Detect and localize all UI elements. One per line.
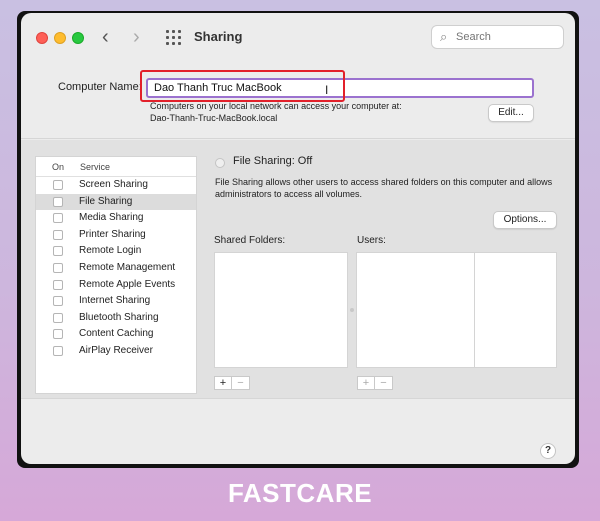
shared-folders-add-remove: + −	[214, 376, 250, 390]
watermark-text: FASTCARE	[227, 478, 373, 508]
service-row[interactable]: Remote Apple Events	[36, 277, 196, 294]
service-row[interactable]: File Sharing	[36, 193, 196, 211]
close-window-button[interactable]	[36, 32, 48, 44]
service-label: Content Caching	[79, 328, 154, 340]
service-row[interactable]: Remote Management	[36, 260, 196, 277]
service-checkbox[interactable]	[53, 246, 63, 257]
service-list-header: On Service	[36, 157, 196, 177]
service-label: File Sharing	[79, 195, 133, 207]
sharing-window: ‹ › Sharing ⌕ Computer Name: I Computers…	[21, 13, 575, 464]
service-label: Remote Apple Events	[79, 278, 176, 290]
service-checkbox[interactable]	[53, 312, 63, 323]
service-label: Bluetooth Sharing	[79, 311, 159, 323]
users-list[interactable]	[356, 252, 475, 368]
service-label: AirPlay Receiver	[79, 344, 153, 356]
users-add-remove: + −	[357, 376, 393, 390]
remove-shared-folder-button[interactable]: −	[232, 376, 250, 390]
split-handle[interactable]	[350, 308, 354, 312]
search-input[interactable]	[456, 29, 556, 45]
service-checkbox[interactable]	[53, 296, 63, 307]
minimize-window-button[interactable]	[54, 32, 66, 44]
service-row[interactable]: Media Sharing	[36, 210, 196, 227]
show-all-grid-icon[interactable]	[166, 30, 182, 46]
service-label: Media Sharing	[79, 212, 144, 224]
service-rows: Screen Sharing File Sharing Media Sharing P…	[36, 177, 196, 360]
service-label: Remote Management	[79, 261, 176, 273]
service-checkbox[interactable]	[53, 213, 63, 224]
service-checkbox[interactable]	[53, 180, 63, 190]
service-checkbox[interactable]	[53, 196, 63, 207]
edit-button[interactable]: Edit...	[488, 104, 534, 122]
service-row[interactable]: Content Caching	[36, 326, 196, 343]
service-row[interactable]: Printer Sharing	[36, 227, 196, 244]
computer-name-label: Computer Name:	[58, 81, 142, 93]
add-user-button[interactable]: +	[357, 376, 375, 390]
service-label: Printer Sharing	[79, 228, 146, 240]
service-label: Remote Login	[79, 245, 142, 257]
service-row[interactable]: Internet Sharing	[36, 293, 196, 310]
network-access-info: Computers on your local network can acce…	[150, 101, 402, 111]
search-field[interactable]: ⌕	[431, 25, 564, 49]
title-bar: ‹ › Sharing ⌕	[21, 13, 575, 61]
service-checkbox[interactable]	[53, 279, 63, 290]
file-sharing-status-indicator	[215, 158, 225, 168]
add-shared-folder-button[interactable]: +	[214, 376, 232, 390]
column-service-header: Service	[80, 162, 111, 172]
service-checkbox[interactable]	[53, 345, 63, 356]
text-cursor-icon: I	[325, 83, 329, 97]
shared-folders-list[interactable]	[214, 252, 348, 368]
service-row[interactable]: Bluetooth Sharing	[36, 310, 196, 327]
service-list: On Service Screen Sharing File Sharing Med…	[35, 156, 197, 394]
column-on-header: On	[52, 162, 65, 172]
service-label: Internet Sharing	[79, 295, 151, 307]
service-row[interactable]: Remote Login	[36, 243, 196, 260]
service-checkbox[interactable]	[53, 229, 63, 240]
zoom-window-button[interactable]	[72, 32, 84, 44]
forward-chevron-icon[interactable]: ›	[133, 25, 140, 49]
window-title: Sharing	[194, 29, 243, 44]
file-sharing-status: File Sharing: Off	[233, 155, 313, 167]
local-hostname: Dao-Thanh-Truc-MacBook.local	[150, 113, 278, 123]
service-label: Screen Sharing	[79, 179, 148, 190]
sharing-main-panel: On Service Screen Sharing File Sharing Med…	[21, 140, 575, 398]
service-row[interactable]: AirPlay Receiver	[36, 343, 196, 360]
search-icon: ⌕	[440, 29, 448, 44]
help-button[interactable]: ?	[540, 443, 556, 459]
shared-folders-label: Shared Folders:	[214, 235, 286, 246]
user-permissions-list[interactable]	[474, 252, 557, 368]
remove-user-button[interactable]: −	[375, 376, 393, 390]
back-chevron-icon[interactable]: ‹	[102, 25, 109, 49]
service-checkbox[interactable]	[53, 329, 63, 340]
file-sharing-description: File Sharing allows other users to acces…	[215, 177, 553, 199]
service-row[interactable]: Screen Sharing	[36, 177, 196, 194]
options-button[interactable]: Options...	[493, 211, 557, 229]
red-highlight-box	[140, 70, 345, 102]
users-label: Users:	[357, 235, 386, 246]
computer-name-panel: Computer Name: I Computers on your local…	[21, 61, 575, 139]
bottom-bar	[21, 398, 575, 464]
service-checkbox[interactable]	[53, 262, 63, 273]
